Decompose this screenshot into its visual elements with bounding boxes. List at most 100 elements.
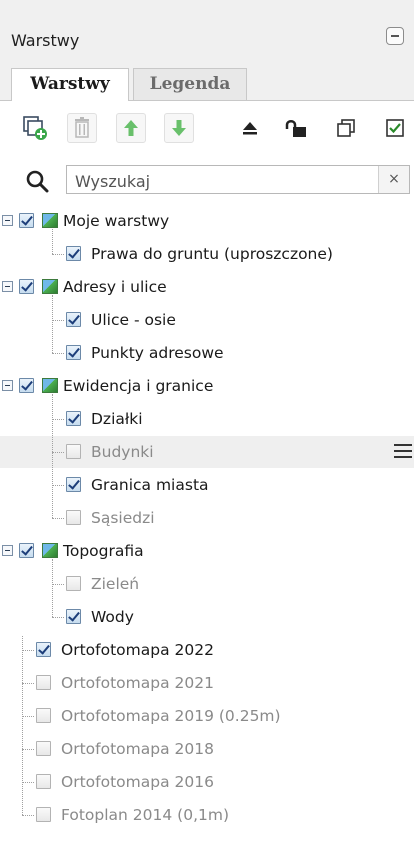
layer-label: Budynki <box>91 443 154 461</box>
checkbox-checked[interactable] <box>36 642 51 657</box>
layer-row[interactable]: Wody <box>0 601 414 633</box>
tree-connector <box>52 320 64 321</box>
layer-menu-icon[interactable] <box>394 444 412 460</box>
tree-connector <box>52 295 53 353</box>
collapse-group-icon[interactable] <box>2 545 13 556</box>
checkbox-unchecked[interactable] <box>36 774 51 789</box>
checkbox-checked[interactable] <box>19 378 34 393</box>
checkbox-checked[interactable] <box>19 279 34 294</box>
tree-connector <box>52 518 64 519</box>
search-row: × <box>0 162 414 198</box>
collapse-group-icon[interactable] <box>2 281 13 292</box>
tree-connector <box>52 229 53 254</box>
search-icon <box>26 170 49 193</box>
layer-label: Ortofotomapa 2019 (0.25m) <box>61 707 281 725</box>
layer-label: Prawa do gruntu (uproszczone) <box>91 245 333 263</box>
tree-connector <box>22 815 34 816</box>
checkbox-checked[interactable] <box>66 345 81 360</box>
layer-row[interactable]: Prawa do gruntu (uproszczone) <box>0 238 414 270</box>
layer-group-row[interactable]: Moje warstwy <box>0 205 414 237</box>
checkbox-checked[interactable] <box>19 213 34 228</box>
eject-button[interactable] <box>235 113 265 143</box>
layer-row[interactable]: Zieleń <box>0 568 414 600</box>
move-down-button[interactable] <box>164 113 194 143</box>
checkbox-checked[interactable] <box>66 477 81 492</box>
checkbox-unchecked[interactable] <box>36 807 51 822</box>
tree-connector <box>22 716 34 717</box>
layer-label: Topografia <box>63 542 144 560</box>
search-input[interactable] <box>73 169 377 193</box>
layer-row[interactable]: Sąsiedzi <box>0 502 414 534</box>
layer-row[interactable]: Ortofotomapa 2016 <box>0 766 414 798</box>
collapse-all-button[interactable] <box>331 113 361 143</box>
checkbox-unchecked[interactable] <box>36 675 51 690</box>
checkbox-checked[interactable] <box>66 609 81 624</box>
layer-row[interactable]: Punkty adresowe <box>0 337 414 369</box>
search-field: × <box>66 165 410 194</box>
collapse-group-icon[interactable] <box>2 380 13 391</box>
layer-group-row[interactable]: Adresy i ulice <box>0 271 414 303</box>
tree-connector <box>52 485 64 486</box>
panel-title: Warstwy <box>11 31 80 50</box>
layer-group-row[interactable]: Topografia <box>0 535 414 567</box>
layer-row[interactable]: Fotoplan 2014 (0,1m) <box>0 799 414 831</box>
collapse-group-icon[interactable] <box>2 215 13 226</box>
layer-label: Ortofotomapa 2022 <box>61 641 214 659</box>
move-up-icon <box>124 120 138 136</box>
tree-connector <box>22 636 23 815</box>
unlock-icon <box>285 120 306 137</box>
tree-connector <box>52 559 53 617</box>
tree-connector <box>52 584 64 585</box>
eject-icon <box>243 122 257 135</box>
layer-group-icon <box>42 213 58 228</box>
collapse-all-icon <box>337 119 355 137</box>
layer-label: Moje warstwy <box>63 212 170 230</box>
clear-search-button[interactable]: × <box>378 166 409 193</box>
checkbox-checked[interactable] <box>66 246 81 261</box>
checkbox-checked[interactable] <box>66 312 81 327</box>
collapse-panel-button[interactable] <box>386 27 404 45</box>
layer-label: Adresy i ulice <box>63 278 167 296</box>
layer-label: Granica miasta <box>91 476 209 494</box>
tab-layers[interactable]: Warstwy <box>11 68 129 101</box>
layer-label: Ortofotomapa 2021 <box>61 674 214 692</box>
layer-row[interactable]: Ortofotomapa 2018 <box>0 733 414 765</box>
tree-connector <box>22 749 34 750</box>
layers-toolbar <box>0 101 414 157</box>
tab-legend[interactable]: Legenda <box>133 68 247 100</box>
layer-row[interactable]: Działki <box>0 403 414 435</box>
tree-connector <box>52 452 64 453</box>
layer-row[interactable]: Ortofotomapa 2019 (0.25m) <box>0 700 414 732</box>
layer-row[interactable]: Ortofotomapa 2022 <box>0 634 414 666</box>
checkbox-unchecked[interactable] <box>66 444 81 459</box>
checkbox-checked[interactable] <box>66 411 81 426</box>
move-up-button[interactable] <box>116 113 146 143</box>
tree-connector <box>52 394 53 518</box>
checkbox-checked[interactable] <box>19 543 34 558</box>
delete-layer-button[interactable] <box>67 113 97 143</box>
layer-row[interactable]: Ortofotomapa 2021 <box>0 667 414 699</box>
tree-connector <box>22 650 34 651</box>
checkbox-unchecked[interactable] <box>66 510 81 525</box>
checkbox-unchecked[interactable] <box>66 576 81 591</box>
tree-connector <box>22 683 34 684</box>
tree-connector <box>22 782 34 783</box>
move-down-icon <box>172 120 186 136</box>
layer-row[interactable]: Granica miasta <box>0 469 414 501</box>
layer-label: Sąsiedzi <box>91 509 155 527</box>
layer-group-row[interactable]: Ewidencja i granice <box>0 370 414 402</box>
panel-header: Warstwy <box>0 0 414 65</box>
check-all-button[interactable] <box>380 113 410 143</box>
checkbox-unchecked[interactable] <box>36 741 51 756</box>
layer-row[interactable]: Budynki <box>0 436 414 468</box>
checkbox-unchecked[interactable] <box>36 708 51 723</box>
tree-connector <box>52 419 64 420</box>
unlock-button[interactable] <box>282 113 312 143</box>
layer-label: Zieleń <box>91 575 140 593</box>
delete-icon <box>75 117 89 138</box>
tree-connector <box>52 254 64 255</box>
check-all-icon <box>386 119 404 137</box>
tab-bar: Warstwy Legenda <box>0 64 414 101</box>
add-layer-button[interactable] <box>20 113 50 143</box>
layer-row[interactable]: Ulice - osie <box>0 304 414 336</box>
